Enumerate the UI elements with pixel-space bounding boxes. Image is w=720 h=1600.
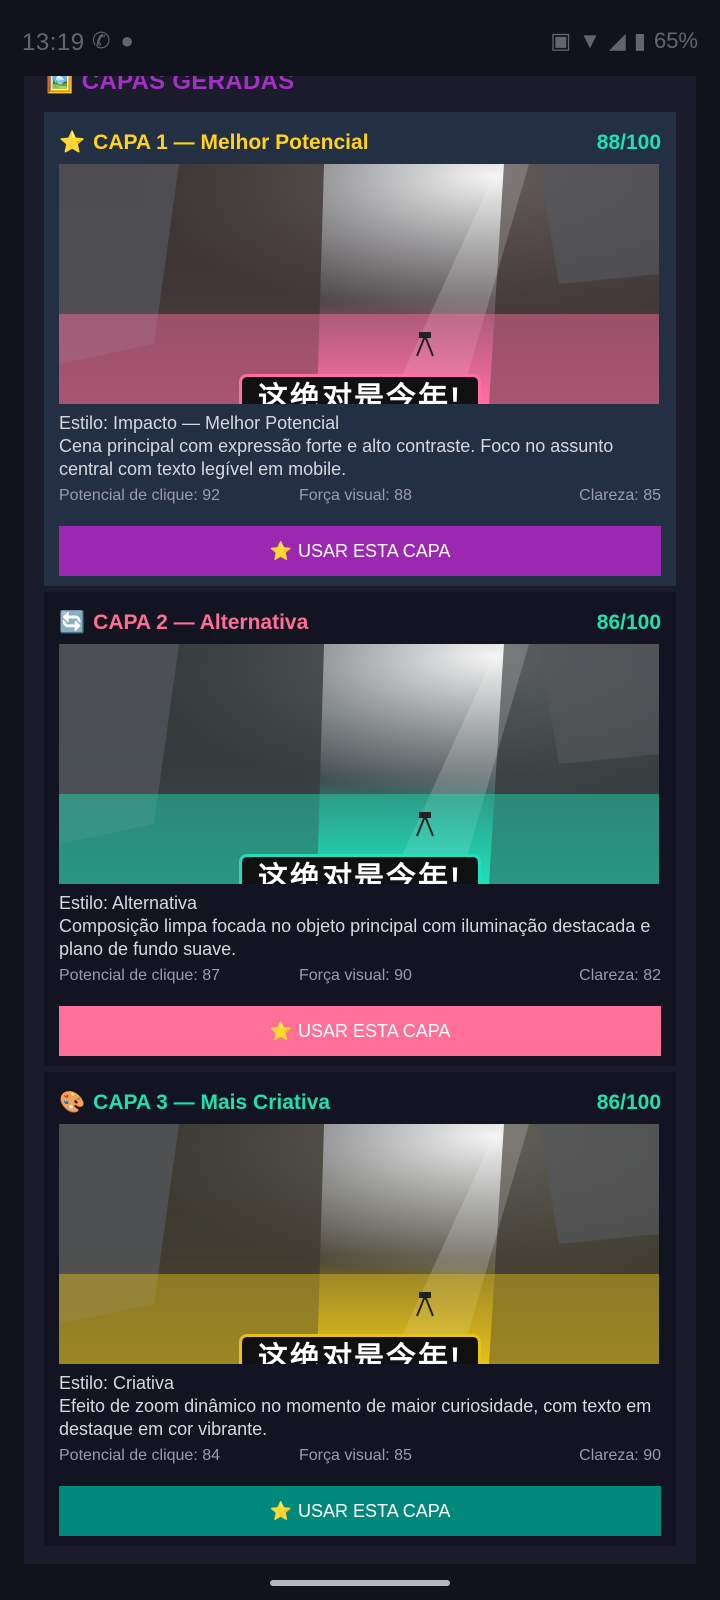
use-cover-button[interactable]: ⭐ USAR ESTA CAPA — [59, 1006, 661, 1056]
metric-click: Potencial de clique: 87 — [59, 967, 220, 984]
use-cover-label: USAR ESTA CAPA — [298, 540, 451, 561]
metric-visual: Força visual: 88 — [299, 487, 412, 504]
covers-panel: 🖼️ CAPAS GERADAS ⭐ CAPA 1 — Melhor Poten… — [24, 76, 696, 1564]
status-bar: 13:19 ✆ ● ▣ ▼ ◢ ▮ 65% — [0, 0, 720, 76]
card-metrics: Potencial de clique: 92 Força visual: 88… — [59, 487, 661, 511]
cover-card-1: ⭐ CAPA 1 — Melhor Potencial 88/100 这绝对是今… — [44, 112, 676, 586]
status-time: 13:19 — [22, 29, 85, 56]
cover-thumbnail[interactable]: 这绝对是今年! — [59, 1124, 659, 1364]
metric-click: Potencial de clique: 84 — [59, 1447, 220, 1464]
card-description: Composição limpa focada no objeto princi… — [59, 916, 651, 959]
battery-percent: 65% — [653, 28, 698, 53]
cover-caption: 这绝对是今年! — [239, 1334, 481, 1364]
star-icon: ⭐ — [269, 540, 293, 561]
cover-caption: 这绝对是今年! — [239, 374, 481, 404]
cover-thumbnail[interactable]: 这绝对是今年! — [59, 164, 659, 404]
star-icon: ⭐ — [269, 1020, 293, 1041]
use-cover-label: USAR ESTA CAPA — [298, 1500, 451, 1521]
card-title: CAPA 3 — Mais Criativa — [93, 1091, 331, 1114]
card-score: 86/100 — [596, 611, 661, 634]
whatsapp-icon: ✆ — [92, 28, 111, 53]
card-style: Estilo: Impacto — Melhor Potencial — [59, 413, 340, 433]
notification-icon: ● — [120, 28, 134, 53]
metric-visual: Força visual: 90 — [299, 967, 412, 984]
refresh-icon: 🔄 — [59, 611, 86, 634]
card-style: Estilo: Criativa — [59, 1373, 175, 1393]
metric-clarity: Clareza: 82 — [579, 967, 661, 984]
card-description: Cena principal com expressão forte e alt… — [59, 436, 614, 479]
card-description: Efeito de zoom dinâmico no momento de ma… — [59, 1396, 652, 1439]
card-metrics: Potencial de clique: 84 Força visual: 85… — [59, 1447, 661, 1471]
metric-clarity: Clareza: 85 — [579, 487, 661, 504]
picture-icon: 🖼️ — [46, 76, 74, 94]
card-score: 86/100 — [596, 1091, 661, 1114]
star-icon: ⭐ — [269, 1500, 293, 1521]
metric-visual: Força visual: 85 — [299, 1447, 412, 1464]
metric-click: Potencial de clique: 92 — [59, 487, 220, 504]
section-title: CAPAS GERADAS — [81, 76, 295, 95]
mute-icon: ▣ — [550, 28, 572, 53]
section-header: 🖼️ CAPAS GERADAS — [46, 76, 295, 96]
cover-card-2: 🔄 CAPA 2 — Alternativa 86/100 这绝对是今年! Es… — [44, 592, 676, 1066]
use-cover-button[interactable]: ⭐ USAR ESTA CAPA — [59, 526, 661, 576]
use-cover-label: USAR ESTA CAPA — [298, 1020, 451, 1041]
gesture-home-bar[interactable] — [270, 1580, 450, 1586]
signal-icon: ◢ — [608, 28, 626, 53]
use-cover-button[interactable]: ⭐ USAR ESTA CAPA — [59, 1486, 661, 1536]
card-title: CAPA 1 — Melhor Potencial — [93, 131, 369, 154]
card-score: 88/100 — [596, 131, 661, 154]
card-title: CAPA 2 — Alternativa — [93, 611, 309, 634]
card-metrics: Potencial de clique: 87 Força visual: 90… — [59, 967, 661, 991]
battery-icon: ▮ — [633, 28, 646, 53]
card-style: Estilo: Alternativa — [59, 893, 198, 913]
cover-card-3: 🎨 CAPA 3 — Mais Criativa 86/100 这绝对是今年! … — [44, 1072, 676, 1546]
wifi-icon: ▼ — [579, 28, 601, 53]
star-icon: ⭐ — [59, 131, 86, 154]
palette-icon: 🎨 — [59, 1091, 86, 1114]
metric-clarity: Clareza: 90 — [579, 1447, 661, 1464]
cover-caption: 这绝对是今年! — [239, 854, 481, 884]
cover-thumbnail[interactable]: 这绝对是今年! — [59, 644, 659, 884]
